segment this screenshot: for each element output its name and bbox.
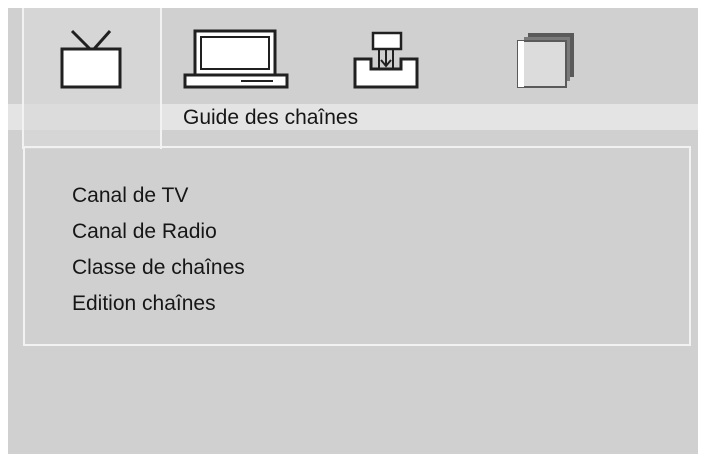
tab-monitor[interactable] xyxy=(176,16,296,96)
tab-tv[interactable] xyxy=(32,16,152,96)
channel-menu: Canal de TV Canal de Radio Classe de cha… xyxy=(72,178,245,322)
menu-item-tv-channel[interactable]: Canal de TV xyxy=(72,178,245,214)
tab-folders[interactable] xyxy=(483,16,603,96)
install-icon xyxy=(353,31,419,89)
folders-icon xyxy=(517,33,574,88)
section-title: Guide des chaînes xyxy=(183,106,359,129)
menu-item-radio-channel[interactable]: Canal de Radio xyxy=(72,214,245,250)
tv-icon xyxy=(60,29,122,89)
menu-item-channel-sort[interactable]: Classe de chaînes xyxy=(72,250,245,286)
menu-item-channel-edit[interactable]: Edition chaînes xyxy=(72,286,245,322)
menu-screen: Guide des chaînes Canal de TV Canal de R… xyxy=(8,8,698,454)
monitor-icon xyxy=(183,29,289,89)
tab-install[interactable] xyxy=(326,16,446,96)
